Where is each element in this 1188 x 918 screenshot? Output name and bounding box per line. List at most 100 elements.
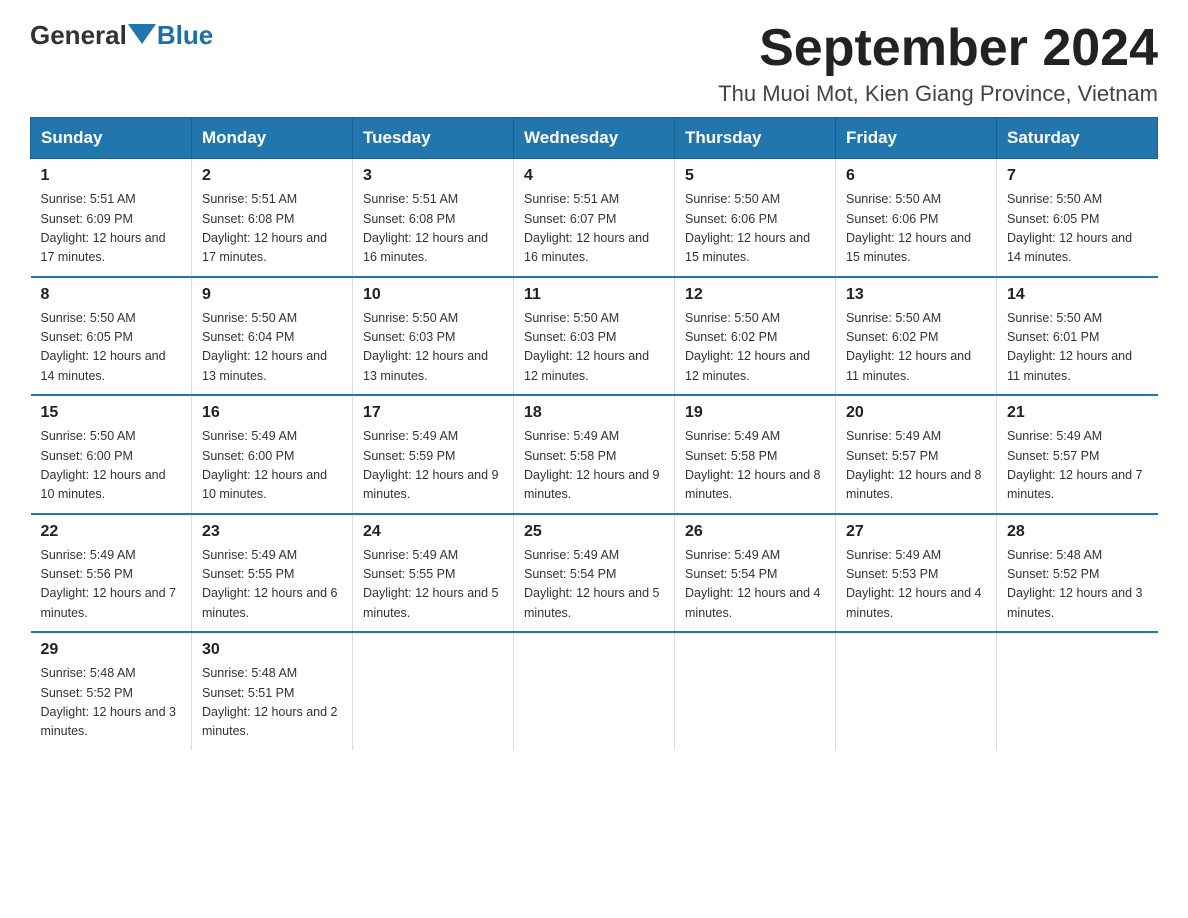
day-info: Sunrise: 5:49 AM Sunset: 5:55 PM Dayligh… — [202, 546, 342, 624]
month-title: September 2024 — [718, 20, 1158, 77]
day-info: Sunrise: 5:49 AM Sunset: 5:54 PM Dayligh… — [524, 546, 664, 624]
day-number: 21 — [1007, 404, 1148, 422]
calendar-cell: 26 Sunrise: 5:49 AM Sunset: 5:54 PM Dayl… — [675, 514, 836, 633]
day-number: 26 — [685, 523, 825, 541]
day-info: Sunrise: 5:50 AM Sunset: 6:01 PM Dayligh… — [1007, 309, 1148, 387]
day-info: Sunrise: 5:49 AM Sunset: 5:54 PM Dayligh… — [685, 546, 825, 624]
day-info: Sunrise: 5:51 AM Sunset: 6:08 PM Dayligh… — [202, 190, 342, 268]
day-number: 10 — [363, 286, 503, 304]
calendar-cell: 17 Sunrise: 5:49 AM Sunset: 5:59 PM Dayl… — [353, 395, 514, 514]
day-number: 2 — [202, 167, 342, 185]
day-number: 24 — [363, 523, 503, 541]
day-info: Sunrise: 5:49 AM Sunset: 5:56 PM Dayligh… — [41, 546, 182, 624]
day-number: 3 — [363, 167, 503, 185]
calendar-cell: 18 Sunrise: 5:49 AM Sunset: 5:58 PM Dayl… — [514, 395, 675, 514]
calendar-cell: 20 Sunrise: 5:49 AM Sunset: 5:57 PM Dayl… — [836, 395, 997, 514]
col-friday: Friday — [836, 118, 997, 159]
calendar-cell: 30 Sunrise: 5:48 AM Sunset: 5:51 PM Dayl… — [192, 632, 353, 750]
day-number: 6 — [846, 167, 986, 185]
calendar-cell — [675, 632, 836, 750]
calendar-week-row-2: 8 Sunrise: 5:50 AM Sunset: 6:05 PM Dayli… — [31, 277, 1158, 396]
title-area: September 2024 Thu Muoi Mot, Kien Giang … — [718, 20, 1158, 107]
calendar-cell: 24 Sunrise: 5:49 AM Sunset: 5:55 PM Dayl… — [353, 514, 514, 633]
col-saturday: Saturday — [997, 118, 1158, 159]
calendar-cell: 15 Sunrise: 5:50 AM Sunset: 6:00 PM Dayl… — [31, 395, 192, 514]
day-number: 16 — [202, 404, 342, 422]
day-number: 1 — [41, 167, 182, 185]
day-info: Sunrise: 5:51 AM Sunset: 6:08 PM Dayligh… — [363, 190, 503, 268]
calendar-cell: 4 Sunrise: 5:51 AM Sunset: 6:07 PM Dayli… — [514, 159, 675, 277]
day-number: 29 — [41, 641, 182, 659]
calendar-header-row: Sunday Monday Tuesday Wednesday Thursday… — [31, 118, 1158, 159]
day-number: 17 — [363, 404, 503, 422]
day-info: Sunrise: 5:50 AM Sunset: 6:06 PM Dayligh… — [685, 190, 825, 268]
calendar-cell: 28 Sunrise: 5:48 AM Sunset: 5:52 PM Dayl… — [997, 514, 1158, 633]
day-number: 12 — [685, 286, 825, 304]
day-info: Sunrise: 5:50 AM Sunset: 6:05 PM Dayligh… — [1007, 190, 1148, 268]
calendar-cell — [353, 632, 514, 750]
calendar-cell — [836, 632, 997, 750]
day-info: Sunrise: 5:50 AM Sunset: 6:02 PM Dayligh… — [685, 309, 825, 387]
calendar-cell: 8 Sunrise: 5:50 AM Sunset: 6:05 PM Dayli… — [31, 277, 192, 396]
calendar-cell: 12 Sunrise: 5:50 AM Sunset: 6:02 PM Dayl… — [675, 277, 836, 396]
calendar-cell: 25 Sunrise: 5:49 AM Sunset: 5:54 PM Dayl… — [514, 514, 675, 633]
day-info: Sunrise: 5:50 AM Sunset: 6:02 PM Dayligh… — [846, 309, 986, 387]
calendar-cell: 7 Sunrise: 5:50 AM Sunset: 6:05 PM Dayli… — [997, 159, 1158, 277]
calendar-cell: 5 Sunrise: 5:50 AM Sunset: 6:06 PM Dayli… — [675, 159, 836, 277]
calendar-cell: 23 Sunrise: 5:49 AM Sunset: 5:55 PM Dayl… — [192, 514, 353, 633]
calendar-week-row-1: 1 Sunrise: 5:51 AM Sunset: 6:09 PM Dayli… — [31, 159, 1158, 277]
calendar-cell: 11 Sunrise: 5:50 AM Sunset: 6:03 PM Dayl… — [514, 277, 675, 396]
calendar-week-row-4: 22 Sunrise: 5:49 AM Sunset: 5:56 PM Dayl… — [31, 514, 1158, 633]
page-header: General Blue September 2024 Thu Muoi Mot… — [30, 20, 1158, 107]
logo-triangle-icon — [128, 24, 156, 44]
calendar-cell: 29 Sunrise: 5:48 AM Sunset: 5:52 PM Dayl… — [31, 632, 192, 750]
day-info: Sunrise: 5:49 AM Sunset: 6:00 PM Dayligh… — [202, 427, 342, 505]
day-number: 22 — [41, 523, 182, 541]
day-number: 4 — [524, 167, 664, 185]
day-number: 23 — [202, 523, 342, 541]
day-number: 7 — [1007, 167, 1148, 185]
day-number: 20 — [846, 404, 986, 422]
logo-general-text: General — [30, 20, 127, 51]
day-info: Sunrise: 5:50 AM Sunset: 6:06 PM Dayligh… — [846, 190, 986, 268]
day-info: Sunrise: 5:48 AM Sunset: 5:51 PM Dayligh… — [202, 664, 342, 742]
day-number: 9 — [202, 286, 342, 304]
day-number: 30 — [202, 641, 342, 659]
calendar-cell: 13 Sunrise: 5:50 AM Sunset: 6:02 PM Dayl… — [836, 277, 997, 396]
day-number: 14 — [1007, 286, 1148, 304]
day-info: Sunrise: 5:51 AM Sunset: 6:07 PM Dayligh… — [524, 190, 664, 268]
calendar-cell: 19 Sunrise: 5:49 AM Sunset: 5:58 PM Dayl… — [675, 395, 836, 514]
day-info: Sunrise: 5:51 AM Sunset: 6:09 PM Dayligh… — [41, 190, 182, 268]
col-thursday: Thursday — [675, 118, 836, 159]
day-info: Sunrise: 5:49 AM Sunset: 5:53 PM Dayligh… — [846, 546, 986, 624]
day-info: Sunrise: 5:49 AM Sunset: 5:59 PM Dayligh… — [363, 427, 503, 505]
day-number: 28 — [1007, 523, 1148, 541]
day-info: Sunrise: 5:50 AM Sunset: 6:03 PM Dayligh… — [524, 309, 664, 387]
calendar-week-row-3: 15 Sunrise: 5:50 AM Sunset: 6:00 PM Dayl… — [31, 395, 1158, 514]
day-info: Sunrise: 5:49 AM Sunset: 5:58 PM Dayligh… — [524, 427, 664, 505]
day-number: 27 — [846, 523, 986, 541]
calendar-cell: 16 Sunrise: 5:49 AM Sunset: 6:00 PM Dayl… — [192, 395, 353, 514]
day-info: Sunrise: 5:49 AM Sunset: 5:58 PM Dayligh… — [685, 427, 825, 505]
day-number: 11 — [524, 286, 664, 304]
logo: General Blue — [30, 20, 213, 51]
col-monday: Monday — [192, 118, 353, 159]
day-number: 15 — [41, 404, 182, 422]
day-info: Sunrise: 5:48 AM Sunset: 5:52 PM Dayligh… — [41, 664, 182, 742]
calendar-cell: 9 Sunrise: 5:50 AM Sunset: 6:04 PM Dayli… — [192, 277, 353, 396]
day-number: 19 — [685, 404, 825, 422]
day-info: Sunrise: 5:48 AM Sunset: 5:52 PM Dayligh… — [1007, 546, 1148, 624]
col-wednesday: Wednesday — [514, 118, 675, 159]
calendar-cell — [997, 632, 1158, 750]
calendar-cell: 3 Sunrise: 5:51 AM Sunset: 6:08 PM Dayli… — [353, 159, 514, 277]
calendar-cell: 21 Sunrise: 5:49 AM Sunset: 5:57 PM Dayl… — [997, 395, 1158, 514]
day-number: 5 — [685, 167, 825, 185]
day-number: 8 — [41, 286, 182, 304]
calendar-cell: 22 Sunrise: 5:49 AM Sunset: 5:56 PM Dayl… — [31, 514, 192, 633]
day-number: 18 — [524, 404, 664, 422]
calendar-cell: 1 Sunrise: 5:51 AM Sunset: 6:09 PM Dayli… — [31, 159, 192, 277]
calendar-cell: 27 Sunrise: 5:49 AM Sunset: 5:53 PM Dayl… — [836, 514, 997, 633]
day-info: Sunrise: 5:49 AM Sunset: 5:57 PM Dayligh… — [846, 427, 986, 505]
col-sunday: Sunday — [31, 118, 192, 159]
calendar-cell: 14 Sunrise: 5:50 AM Sunset: 6:01 PM Dayl… — [997, 277, 1158, 396]
